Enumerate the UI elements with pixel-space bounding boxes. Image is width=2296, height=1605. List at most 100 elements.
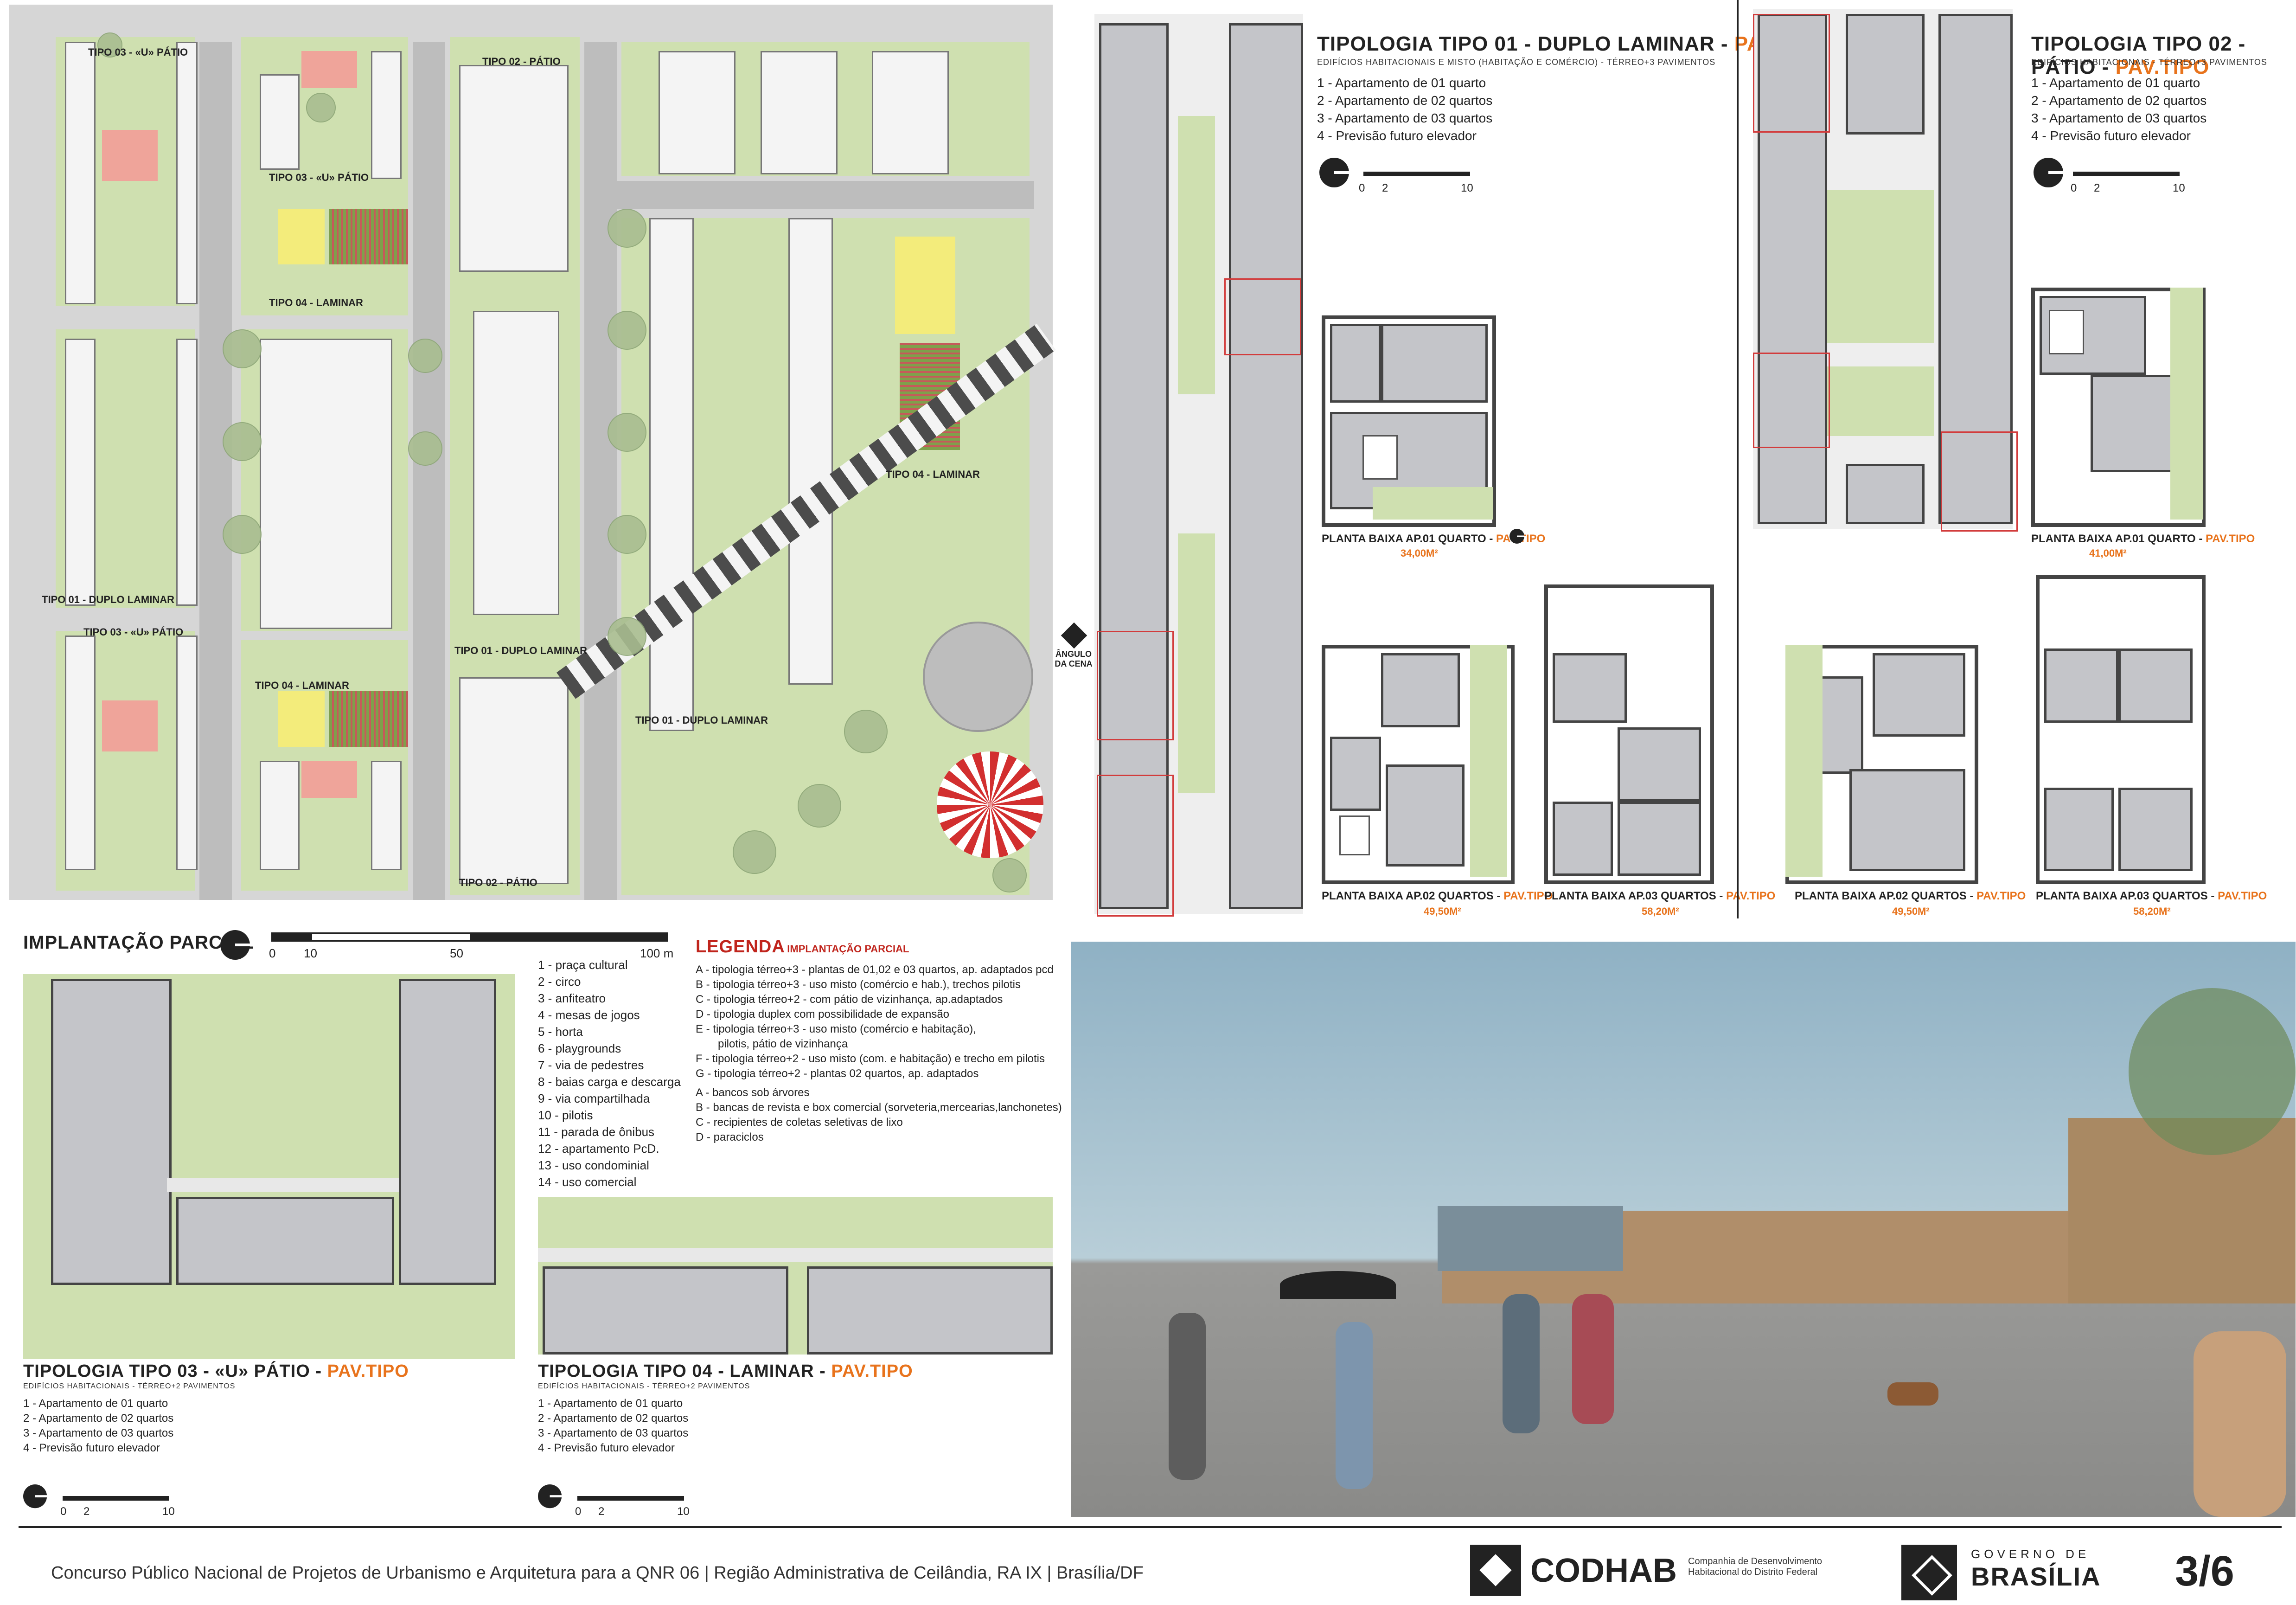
building: [176, 339, 198, 606]
tree: [223, 422, 262, 461]
road: [584, 42, 617, 900]
codhab-logo: CODHAB: [1530, 1552, 1677, 1589]
camera-angle-label: ÂNGULO DA CENA: [1055, 649, 1093, 668]
tipo04-title: TIPOLOGIA TIPO 04 - LAMINAR - PAV.TIPO: [538, 1361, 913, 1381]
tree: [408, 431, 442, 466]
room: [1386, 764, 1465, 867]
building: [788, 218, 833, 685]
building: [459, 65, 569, 272]
highlight-ap3: [1753, 14, 1830, 133]
apartment-row: [176, 1197, 394, 1285]
gov-logo: GOVERNO DE BRASÍLIA: [1971, 1547, 2101, 1591]
site-label: TIPO 01 - DUPLO LAMINAR: [635, 714, 768, 726]
jogos: [301, 761, 357, 798]
table: [1362, 435, 1398, 480]
plan-ap3-tipo01: [1544, 584, 1714, 884]
room: [2118, 788, 2193, 871]
tipo04-scale: 0 2 10: [575, 1505, 690, 1518]
tree: [608, 515, 646, 554]
tree: [798, 784, 841, 828]
circus-tent: [937, 751, 1043, 858]
numbered-legend: 1 - praça cultural 2 - circo 3 - anfitea…: [538, 958, 681, 1189]
building: [176, 42, 198, 304]
divider: [1737, 0, 1739, 918]
playground: [278, 691, 325, 747]
plan-caption: PLANTA BAIXA AP.03 QUARTOS - PAV.TIPO: [1544, 890, 1776, 902]
tipo01-subtitle: EDIFÍCIOS HABITACIONAIS E MISTO (HABITAÇ…: [1317, 58, 1716, 67]
table: [2049, 310, 2084, 354]
tipo01-title: TIPOLOGIA TIPO 01 - DUPLO LAMINAR - PAV.…: [1317, 32, 1828, 55]
room: [2118, 648, 2193, 723]
room: [1330, 737, 1381, 811]
tipo02-list: 1 - Apartamento de 01 quarto 2 - Apartam…: [2031, 76, 2207, 143]
plan-caption: PLANTA BAIXA AP.02 QUARTOS - PAV.TIPO: [1322, 890, 1553, 902]
person-render: [1503, 1294, 1540, 1433]
tree: [844, 710, 888, 753]
building: [65, 339, 96, 606]
building: [65, 42, 96, 304]
room: [1618, 802, 1701, 876]
balcony: [1373, 487, 1493, 520]
building: [659, 51, 735, 174]
tipo03-scale-bar: [63, 1496, 169, 1501]
building: [649, 218, 694, 731]
jogos: [102, 130, 158, 181]
site-label: TIPO 03 - «U» PÁTIO: [88, 46, 188, 58]
tipo04-subtitle: EDIFÍCIOS HABITACIONAIS - TÉRREO+2 PAVIM…: [538, 1382, 750, 1390]
person-render: [1169, 1313, 1206, 1480]
site-label: TIPO 04 - LAMINAR: [255, 680, 349, 691]
footer-text: Concurso Público Nacional de Projetos de…: [51, 1563, 1144, 1583]
apartment-row: [1846, 14, 1925, 135]
playground: [895, 237, 955, 334]
legenda-title: LEGENDA IMPLANTAÇÃO PARCIAL: [696, 937, 909, 957]
perspective-render: [1071, 942, 2296, 1517]
tree: [608, 617, 646, 656]
building: [260, 339, 392, 629]
room: [2044, 788, 2114, 871]
tree: [223, 515, 262, 554]
road: [617, 181, 1034, 209]
tipo03-scale: 0 2 10: [60, 1505, 175, 1518]
circulation: [167, 1178, 399, 1192]
apartment-column: [399, 979, 496, 1285]
north-arrow-icon: [220, 930, 250, 960]
room: [1553, 802, 1613, 876]
apartment-column: [51, 979, 172, 1285]
tipo03-list: 1 - Apartamento de 01 quarto 2 - Apartam…: [23, 1397, 174, 1454]
codhab-sub: Companhia de Desenvolvimento Habitaciona…: [1688, 1556, 1823, 1577]
tipo01-list: 1 - Apartamento de 01 quarto 2 - Apartam…: [1317, 76, 1493, 143]
site-label: TIPO 03 - «U» PÁTIO: [83, 626, 184, 638]
dog-render: [1887, 1382, 1938, 1406]
tipo03-plan: [23, 974, 515, 1359]
site-label: TIPO 02 - PÁTIO: [459, 877, 537, 888]
site-label: TIPO 04 - LAMINAR: [269, 297, 363, 308]
tree: [608, 311, 646, 350]
site-label: TIPO 04 - LAMINAR: [886, 469, 980, 480]
tree: [408, 339, 442, 373]
plan-caption: PLANTA BAIXA AP.01 QUARTO - PAV.TIPO: [2031, 533, 2255, 545]
building-render: [1438, 1206, 1623, 1271]
jogos: [301, 51, 357, 88]
tipo03-subtitle: EDIFÍCIOS HABITACIONAIS - TÉRREO+2 PAVIM…: [23, 1382, 236, 1390]
building: [260, 74, 300, 170]
table: [1339, 815, 1370, 855]
courtyard: [1178, 116, 1215, 394]
north-arrow-icon: [2034, 158, 2063, 187]
site-label: TIPO 01 - DUPLO LAMINAR: [42, 594, 175, 605]
plan-area: 58,20M²: [1642, 905, 1679, 917]
tree: [608, 413, 646, 452]
tipo02-subtitle: EDIFÍCIOS HABITACIONAIS - TÉRREO+3 PAVIM…: [2031, 58, 2267, 67]
courtyard: [1827, 190, 1934, 343]
site-plan: TIPO 03 - «U» PÁTIO TIPO 03 - «U» PÁTIO …: [9, 5, 1093, 900]
implantacao-scale-bar: [271, 932, 668, 942]
apartment-column: [1229, 23, 1303, 909]
plan-area: 49,50M²: [1892, 905, 1930, 917]
legenda-types: A - tipologia térreo+3 - plantas de 01,0…: [696, 963, 1054, 1080]
tree: [306, 93, 336, 122]
highlight-ap1: [1224, 278, 1301, 355]
tree: [992, 858, 1027, 892]
tipo04-list: 1 - Apartamento de 01 quarto 2 - Apartam…: [538, 1397, 689, 1454]
building: [371, 51, 402, 179]
building: [872, 51, 949, 174]
building: [473, 311, 559, 615]
